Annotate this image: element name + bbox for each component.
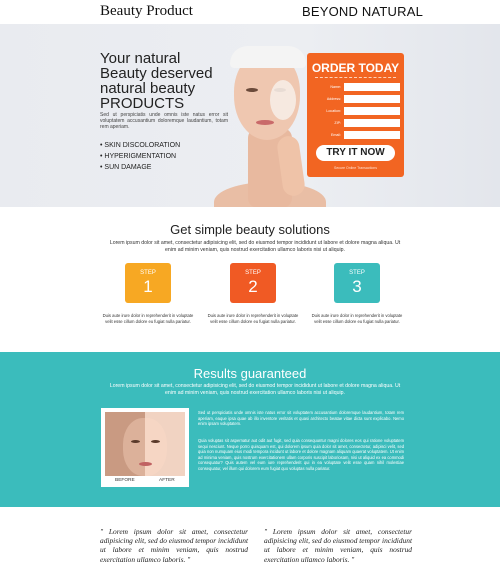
step-label: STEP (140, 270, 156, 276)
location-label: Location: (326, 109, 341, 113)
name-input[interactable] (344, 83, 400, 91)
results-paragraph: Quia voluptas sit aspernatur aut odit au… (198, 438, 404, 471)
email-row: Email: (313, 131, 401, 140)
step-2-card: STEP 2 (230, 263, 276, 303)
hero-description: Sed ut perspiciatis unde omnis iste natu… (100, 112, 228, 130)
site-header: Beauty Product BEYOND NATURAL (0, 0, 500, 24)
benefit-item: SKIN DISCOLORATION (100, 140, 180, 151)
address-label: Address: (326, 97, 341, 101)
order-form-title: ORDER TODAY (311, 61, 400, 75)
step-label: STEP (245, 270, 261, 276)
step-number: 1 (143, 277, 153, 296)
step-number: 2 (248, 277, 258, 296)
location-input[interactable] (344, 107, 400, 115)
try-it-now-button[interactable]: TRY IT NOW (316, 145, 395, 161)
results-title: Results guaranteed (193, 366, 307, 381)
location-row: Location: (313, 107, 401, 116)
email-label: Email: (331, 133, 341, 137)
brand-tagline: BEYOND NATURAL (302, 4, 424, 19)
results-section: Results guaranteed Lorem ipsum dolor sit… (0, 352, 500, 507)
hero-section: Your natural Beauty deserved natural bea… (0, 24, 500, 207)
step-2-text: Duis aute irure dolor in reprehenderit i… (207, 313, 299, 324)
benefit-item: SUN DAMAGE (100, 162, 180, 173)
order-form: ORDER TODAY Name: Address: Location: ZIP… (307, 53, 404, 177)
before-after-photo: BEFORE AFTER (101, 408, 189, 487)
solutions-title: Get simple beauty solutions (170, 222, 330, 237)
step-1-card: STEP 1 (125, 263, 171, 303)
step-number: 3 (352, 277, 362, 296)
before-after-image (105, 412, 185, 476)
model-photo (214, 32, 326, 207)
benefit-list: SKIN DISCOLORATION HYPERIGMENTATION SUN … (100, 140, 180, 173)
secure-note: Secure Online Transactions (334, 166, 377, 170)
step-3-text: Duis aute irure dolor in reprehenderit i… (311, 313, 403, 324)
testimonial-quote: " Lorem ipsum dolor sit amet, consectetu… (264, 527, 413, 564)
before-label: BEFORE (115, 478, 135, 483)
step-1-text: Duis aute irure dolor in reprehenderit i… (102, 313, 194, 324)
name-label: Name: (330, 85, 341, 89)
results-paragraph: Sed ut perspiciatis unde omnis iste natu… (198, 410, 404, 427)
brand-logo[interactable]: Beauty Product (100, 3, 193, 20)
order-form-divider (315, 77, 396, 78)
zip-row: ZIP: (313, 119, 401, 128)
results-description: Lorem ipsum dolor sit amet, consectetur … (109, 383, 401, 396)
address-input[interactable] (344, 95, 400, 103)
solutions-description: Lorem ipsum dolor sit amet, consectetur … (109, 240, 401, 253)
testimonial-quote: " Lorem ipsum dolor sit amet, consectetu… (100, 527, 249, 564)
address-row: Address: (313, 95, 401, 104)
zip-input[interactable] (344, 119, 400, 127)
after-label: AFTER (159, 478, 175, 483)
benefit-item: HYPERIGMENTATION (100, 151, 180, 162)
zip-label: ZIP: (334, 121, 341, 125)
email-input[interactable] (344, 131, 400, 139)
step-label: STEP (349, 270, 365, 276)
name-row: Name: (313, 83, 401, 92)
step-3-card: STEP 3 (334, 263, 380, 303)
